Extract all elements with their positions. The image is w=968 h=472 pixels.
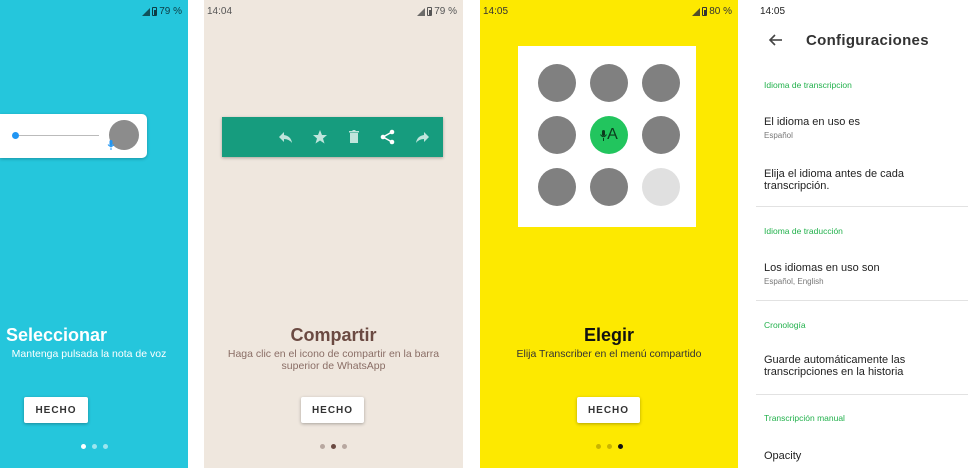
section-header-transcription-language: Idioma de transcripcion [764,80,852,90]
setting-title: El idioma en uso es [764,116,860,128]
page-dot-3 [102,444,108,449]
transcriber-app-icon[interactable]: A [590,116,628,154]
signal-icon [692,7,701,16]
setting-title: Los idiomas en uso son [764,262,880,274]
app-icon[interactable] [590,64,628,102]
delete-icon[interactable] [344,127,364,147]
battery-icon [427,7,433,16]
page-dot-1 [595,444,601,449]
page-description: Haga clic en el icono de compartir en la… [227,348,440,372]
onboarding-screen-choose: 14:05 80 % A Elegir Elija Transcriber en… [480,0,738,468]
status-bar: 14:05 [756,0,968,22]
transcriber-app-letter: A [607,126,618,143]
share-icon[interactable] [378,127,398,147]
page-indicator [204,444,463,449]
status-bar: 79 % [0,0,188,22]
app-bar: Configuraciones [756,22,968,62]
whatsapp-selection-toolbar [222,117,443,157]
app-icon[interactable] [538,116,576,154]
share-menu-app-grid: A [518,46,696,227]
voice-note-bubble[interactable] [0,114,147,158]
battery-icon [702,7,708,16]
setting-subtitle: Español, English [764,277,824,286]
reply-icon[interactable] [276,127,296,147]
battery-level: 79 % [434,6,457,17]
status-time: 14:05 [760,6,786,17]
page-title: Compartir [290,325,377,345]
signal-icon [142,7,151,16]
back-arrow-icon[interactable] [766,30,786,50]
forward-icon[interactable] [412,127,432,147]
section-header-translation-language: Idioma de traducción [764,226,843,236]
page-dot-1 [80,444,86,449]
microphone-icon [600,129,608,141]
page-indicator [0,444,188,449]
section-header-manual-transcription: Transcripción manual [764,413,845,423]
divider [756,394,968,395]
onboarding-screen-share: 14:04 79 % Compartir Haga clic en el ico… [204,0,463,468]
status-bar: 14:04 79 % [204,0,463,22]
done-button[interactable]: HECHO [301,397,364,423]
app-icon[interactable] [538,64,576,102]
page-dot-3 [617,444,623,449]
section-header-history: Cronología [764,320,806,330]
app-icon[interactable] [642,168,680,206]
battery-level: 80 % [709,6,732,17]
playback-track [19,135,99,136]
signal-icon [417,7,426,16]
status-bar: 14:05 80 % [480,0,738,22]
page-description: Elija Transcriber en el menú compartido [516,348,702,360]
page-dot-1 [320,444,325,449]
setting-title: Opacity [764,450,802,462]
status-time: 14:04 [207,6,233,17]
page-title: Elegir [583,325,635,345]
page-dot-3 [342,444,347,449]
app-icon[interactable] [642,64,680,102]
page-dot-2 [91,444,97,449]
star-icon[interactable] [310,127,330,147]
page-dot-2 [606,444,612,449]
divider [756,206,968,207]
setting-title: Guarde automáticamente las transcripcion… [764,354,906,378]
app-icon[interactable] [590,168,628,206]
setting-subtitle: Español [764,131,793,140]
app-icon[interactable] [538,168,576,206]
page-title: Seleccionar [6,325,108,345]
done-button[interactable]: HECHO [577,397,640,423]
status-time: 14:05 [483,6,509,17]
onboarding-screen-select: 79 % Seleccionar Mantenga pulsada la not… [0,0,188,468]
page-title: Configuraciones [806,32,929,49]
divider [756,300,968,301]
app-icon[interactable] [642,116,680,154]
setting-title: Elija el idioma antes de cada transcripc… [764,168,905,192]
microphone-icon [107,140,115,150]
page-description: Mantenga pulsada la nota de voz [11,348,167,360]
battery-level: 79 % [159,6,182,17]
page-indicator [480,444,738,449]
done-button[interactable]: HECHO [24,397,88,423]
settings-screen: 14:05 Configuraciones Idioma de transcri… [756,0,968,468]
page-dot-2 [331,444,336,449]
playback-position-knob [12,132,19,139]
battery-icon [152,7,158,16]
